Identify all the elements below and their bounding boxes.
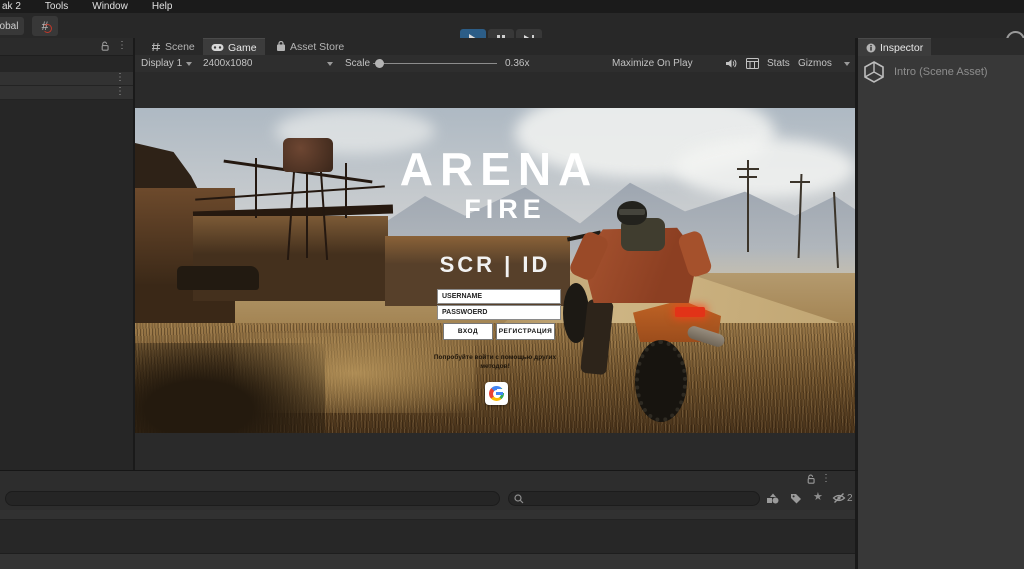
scale-label: Scale [345, 55, 370, 72]
register-button[interactable]: РЕГИСТРАЦИЯ [496, 323, 555, 340]
inspector-tab-strip: Inspector [858, 38, 1024, 55]
username-input[interactable] [437, 289, 561, 304]
hint-line2: методов! [480, 363, 510, 370]
favorites-star-icon[interactable]: ★ [813, 492, 823, 503]
scene-icon [151, 42, 161, 52]
stats-label: Stats [767, 58, 790, 69]
display-dropdown[interactable]: Display 1 [141, 55, 192, 72]
caret-down-icon [327, 62, 333, 66]
left-panel: ⋮ ⋮ ⋮ [0, 38, 133, 470]
scale-slider-thumb[interactable] [375, 59, 384, 68]
game-title: ARENA [135, 146, 855, 192]
bottom-subheader [0, 510, 855, 520]
inspector-asset-label: Intro (Scene Asset) [894, 66, 988, 78]
kebab-menu-icon[interactable]: ⋮ [821, 474, 831, 484]
motorcycle-taillight [675, 307, 705, 317]
game-subtitle: FIRE [135, 196, 855, 223]
mute-audio-button[interactable] [725, 55, 737, 72]
caret-down-icon [844, 62, 850, 66]
google-g-icon [489, 386, 504, 401]
game-viewport: ARENA FIRE SCR | ID ВХОД РЕГИСТРАЦИЯ Поп… [135, 72, 855, 470]
inspector-asset-row: Intro (Scene Asset) [862, 60, 988, 84]
inspector-panel: Inspector Intro (Scene Asset) [858, 38, 1024, 569]
hidden-count: 2 [847, 493, 853, 504]
global-pivot-button[interactable]: obal [0, 17, 24, 35]
search-by-type-icon[interactable] [766, 493, 779, 504]
filter-field[interactable] [5, 491, 500, 506]
search-icon [514, 494, 524, 504]
kebab-menu-icon[interactable]: ⋮ [115, 87, 125, 97]
gamepad-icon [211, 43, 224, 52]
tab-scene-label: Scene [165, 41, 195, 53]
left-panel-row[interactable]: ⋮ [0, 72, 133, 86]
main-toolbar: obal # [0, 13, 1024, 39]
frame-capture-button[interactable] [746, 55, 759, 72]
menu-item-tools[interactable]: Tools [33, 0, 80, 13]
search-input[interactable] [527, 492, 756, 507]
tab-asset-store[interactable]: Asset Store [268, 38, 352, 55]
alt-login-hint: Попробуйте войти с помощью других методо… [395, 354, 595, 372]
global-pivot-label: obal [0, 21, 18, 32]
display-dropdown-label: Display 1 [141, 58, 182, 69]
kebab-menu-icon[interactable]: ⋮ [117, 41, 127, 51]
bottom-footer [0, 553, 855, 569]
left-panel-row[interactable]: ⋮ [0, 86, 133, 100]
tab-scene[interactable]: Scene [143, 38, 203, 55]
kebab-menu-icon[interactable]: ⋮ [115, 73, 125, 83]
maximize-on-play-label: Maximize On Play [612, 58, 693, 69]
stats-toggle[interactable]: Stats [767, 55, 790, 72]
gizmos-dropdown[interactable]: Gizmos [798, 55, 850, 72]
menu-bar: ak 2 Tools Window Help [0, 0, 1024, 13]
search-field[interactable] [508, 491, 760, 506]
info-icon [866, 43, 876, 53]
left-panel-header: ⋮ [0, 38, 133, 56]
menu-item-window[interactable]: Window [80, 0, 140, 13]
lock-icon[interactable] [100, 41, 111, 52]
bottom-toolbar: ★ 2 [0, 488, 855, 511]
hint-line1: Попробуйте войти с помощью других [434, 354, 556, 361]
frame-grid-icon [746, 58, 759, 69]
unity-cube-icon [862, 60, 886, 84]
scale-value: 0.36x [505, 55, 529, 72]
brand-text: SCR | ID [135, 254, 855, 276]
motorcycle-rear-wheel [635, 340, 687, 422]
caret-down-icon [186, 62, 192, 66]
game-view-panel: Scene Game Asset Store Display 1 2400x10… [135, 38, 855, 470]
bottom-panel: ⋮ ★ 2 [0, 471, 855, 569]
gizmos-label: Gizmos [798, 58, 832, 69]
hidden-objects-toggle[interactable]: 2 [832, 492, 853, 504]
tab-strip: Scene Game Asset Store [135, 38, 855, 55]
lock-icon[interactable] [806, 474, 817, 485]
grid-snap-button[interactable]: # [32, 16, 58, 36]
tag-icon[interactable] [790, 493, 802, 504]
tab-inspector-label: Inspector [880, 42, 923, 54]
password-input[interactable] [437, 305, 561, 320]
game-toolbar: Display 1 2400x1080 Scale 0.36x Maximize… [135, 55, 855, 73]
resolution-dropdown[interactable]: 2400x1080 [203, 55, 333, 72]
grid-snap-icon: # [42, 19, 49, 33]
eye-hidden-icon [832, 492, 846, 504]
speaker-icon [725, 58, 737, 69]
maximize-on-play-toggle[interactable]: Maximize On Play [612, 55, 693, 72]
dark-bush [135, 343, 325, 433]
unity-editor-window: ak 2 Tools Window Help obal # ⋮ ⋮ [0, 0, 1024, 569]
menu-item-ak2[interactable]: ak 2 [0, 0, 33, 13]
scale-slider[interactable] [373, 63, 497, 64]
asset-store-icon [276, 41, 286, 52]
tab-asset-store-label: Asset Store [290, 41, 344, 53]
resolution-dropdown-label: 2400x1080 [203, 58, 253, 69]
google-signin-button[interactable] [485, 382, 508, 405]
tab-game[interactable]: Game [203, 38, 265, 56]
tab-game-label: Game [228, 42, 257, 54]
bottom-panel-header: ⋮ [0, 471, 855, 489]
tab-inspector[interactable]: Inspector [858, 38, 931, 56]
login-button[interactable]: ВХОД [443, 323, 493, 340]
menu-item-help[interactable]: Help [140, 0, 185, 13]
game-render: ARENA FIRE SCR | ID ВХОД РЕГИСТРАЦИЯ Поп… [135, 108, 855, 433]
